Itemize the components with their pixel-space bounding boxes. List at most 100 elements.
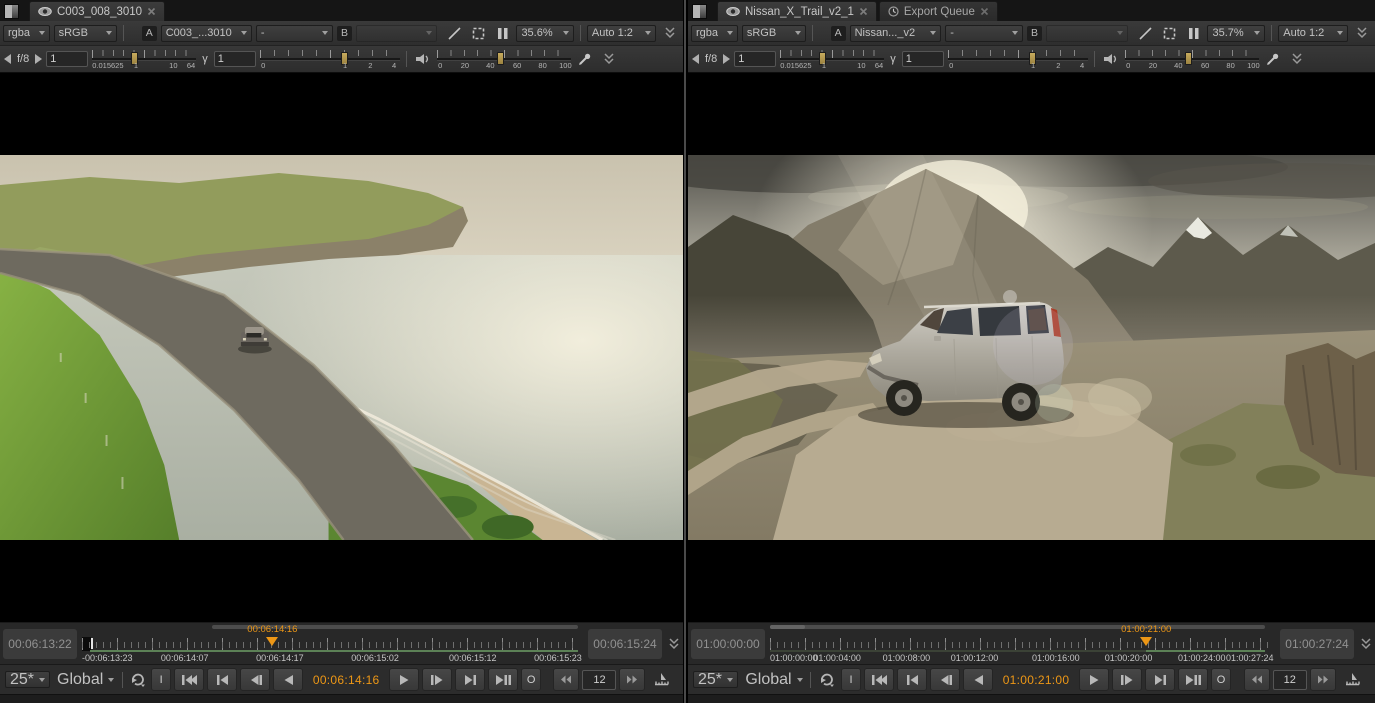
- input-a-dropdown[interactable]: Nissan..._v2: [850, 25, 942, 42]
- collapse-toolbar-icon[interactable]: [599, 50, 619, 68]
- range-start-timecode[interactable]: 00:06:13:22: [3, 629, 77, 659]
- volume-slider[interactable]: 0 20 40 60 80 100: [437, 48, 571, 70]
- collapse-toolbar-icon[interactable]: [1352, 24, 1372, 42]
- fstop-up-icon[interactable]: [723, 54, 730, 64]
- eyedropper-icon[interactable]: [575, 50, 595, 68]
- fstop-down-icon[interactable]: [4, 54, 11, 64]
- next-keyframe-button[interactable]: [455, 668, 485, 691]
- volume-slider-handle[interactable]: [497, 52, 504, 65]
- fps-dropdown[interactable]: 25*: [693, 671, 738, 688]
- pause-render-icon[interactable]: [1184, 24, 1204, 42]
- step-forward-button[interactable]: [422, 668, 452, 691]
- set-in-point-button[interactable]: I: [841, 668, 861, 691]
- speaker-icon[interactable]: [413, 50, 433, 68]
- set-in-point-button[interactable]: I: [151, 668, 171, 691]
- roi-icon[interactable]: [469, 24, 489, 42]
- input-a-dropdown[interactable]: C003_...3010: [161, 25, 252, 42]
- loop-mode-icon[interactable]: [128, 671, 148, 689]
- decrement-button[interactable]: [553, 668, 579, 691]
- gain-input[interactable]: [46, 51, 88, 67]
- gamma-slider[interactable]: 0 1 2 4: [260, 48, 400, 70]
- collapse-timeline-icon[interactable]: [1357, 623, 1375, 664]
- goto-end-button[interactable]: [488, 668, 518, 691]
- zoom-level-dropdown[interactable]: 35.7%: [1207, 25, 1265, 42]
- viewer-canvas-left[interactable]: [0, 73, 683, 622]
- step-back-button[interactable]: [240, 668, 270, 691]
- compare-mode-dropdown[interactable]: -: [256, 25, 333, 42]
- viewer-canvas-right[interactable]: [688, 73, 1375, 622]
- gain-input[interactable]: [734, 51, 776, 67]
- play-forward-button[interactable]: [1079, 668, 1109, 691]
- eyedropper-icon[interactable]: [1263, 50, 1283, 68]
- goto-start-button[interactable]: [864, 668, 894, 691]
- fstop-up-icon[interactable]: [35, 54, 42, 64]
- gamma-input[interactable]: [902, 51, 944, 67]
- tab-viewer-left[interactable]: C003_008_3010: [29, 1, 165, 21]
- proxy-mode-dropdown[interactable]: Auto 1:2: [587, 25, 656, 42]
- zoom-level-dropdown[interactable]: 35.6%: [516, 25, 573, 42]
- input-b-dropdown[interactable]: [1046, 25, 1128, 42]
- range-mode-dropdown[interactable]: Global: [741, 671, 805, 688]
- timeline-track[interactable]: 01:00:21:00 01:00:00:00 01:00:04:00 01:0…: [770, 623, 1275, 664]
- frame-increment-input[interactable]: [582, 670, 616, 690]
- gamma-slider[interactable]: 0 1 2 4: [948, 48, 1088, 70]
- increment-button[interactable]: [619, 668, 645, 691]
- next-keyframe-button[interactable]: [1145, 668, 1175, 691]
- timeline-scrollbar-segment[interactable]: [770, 625, 805, 629]
- gamma-input[interactable]: [214, 51, 256, 67]
- colorspace-dropdown[interactable]: sRGB: [54, 25, 117, 42]
- roi-icon[interactable]: [1160, 24, 1180, 42]
- range-start-timecode[interactable]: 01:00:00:00: [691, 629, 765, 659]
- compare-mode-dropdown[interactable]: -: [945, 25, 1023, 42]
- fstop-down-icon[interactable]: [692, 54, 699, 64]
- wipe-icon[interactable]: [445, 24, 465, 42]
- collapse-toolbar-icon[interactable]: [1287, 50, 1307, 68]
- tab-viewer-right[interactable]: Nissan_X_Trail_v2_1: [717, 1, 877, 21]
- flipbook-icon[interactable]: [1342, 671, 1364, 689]
- fps-dropdown[interactable]: 25*: [5, 671, 50, 688]
- decrement-button[interactable]: [1244, 668, 1270, 691]
- speaker-icon[interactable]: [1101, 50, 1121, 68]
- close-icon[interactable]: [980, 7, 989, 16]
- wipe-icon[interactable]: [1136, 24, 1156, 42]
- play-forward-button[interactable]: [389, 668, 419, 691]
- volume-slider-handle[interactable]: [1185, 52, 1192, 65]
- channels-dropdown[interactable]: rgba: [3, 25, 50, 42]
- timeline-track[interactable]: 00:06:14:16 -00:06:13:23 00:06:14:07 00:…: [82, 623, 583, 664]
- flipbook-icon[interactable]: [651, 671, 671, 689]
- play-backward-button[interactable]: [963, 668, 993, 691]
- tab-export-queue[interactable]: Export Queue: [879, 1, 998, 21]
- proxy-mode-dropdown[interactable]: Auto 1:2: [1278, 25, 1348, 42]
- range-mode-dropdown[interactable]: Global: [53, 671, 117, 688]
- playhead-marker[interactable]: [1140, 637, 1152, 646]
- pane-layout-icon[interactable]: [692, 4, 707, 19]
- step-back-button[interactable]: [930, 668, 960, 691]
- channels-dropdown[interactable]: rgba: [691, 25, 738, 42]
- play-backward-button[interactable]: [273, 668, 303, 691]
- step-forward-button[interactable]: [1112, 668, 1142, 691]
- goto-start-button[interactable]: [174, 668, 204, 691]
- close-icon[interactable]: [859, 7, 868, 16]
- frame-increment-input[interactable]: [1273, 670, 1307, 690]
- colorspace-dropdown[interactable]: sRGB: [742, 25, 806, 42]
- playhead-marker[interactable]: [266, 637, 278, 646]
- range-end-timecode[interactable]: 00:06:15:24: [588, 629, 662, 659]
- collapse-timeline-icon[interactable]: [665, 623, 683, 664]
- set-out-point-button[interactable]: O: [1211, 668, 1231, 691]
- input-b-dropdown[interactable]: [356, 25, 437, 42]
- volume-slider[interactable]: 0 20 40 60 80 100: [1125, 48, 1259, 70]
- timeline-scrollbar[interactable]: [770, 625, 1265, 629]
- prev-keyframe-button[interactable]: [207, 668, 237, 691]
- goto-end-button[interactable]: [1178, 668, 1208, 691]
- loop-mode-icon[interactable]: [816, 671, 838, 689]
- prev-keyframe-button[interactable]: [897, 668, 927, 691]
- collapse-toolbar-icon[interactable]: [660, 24, 680, 42]
- gain-slider[interactable]: 0.015625 1 10 64: [92, 48, 196, 70]
- increment-button[interactable]: [1310, 668, 1336, 691]
- range-end-timecode[interactable]: 01:00:27:24: [1280, 629, 1354, 659]
- close-icon[interactable]: [147, 7, 156, 16]
- pause-render-icon[interactable]: [493, 24, 513, 42]
- pane-layout-icon[interactable]: [4, 4, 19, 19]
- gain-slider[interactable]: 0.015625 1 10 64: [780, 48, 884, 70]
- set-out-point-button[interactable]: O: [521, 668, 541, 691]
